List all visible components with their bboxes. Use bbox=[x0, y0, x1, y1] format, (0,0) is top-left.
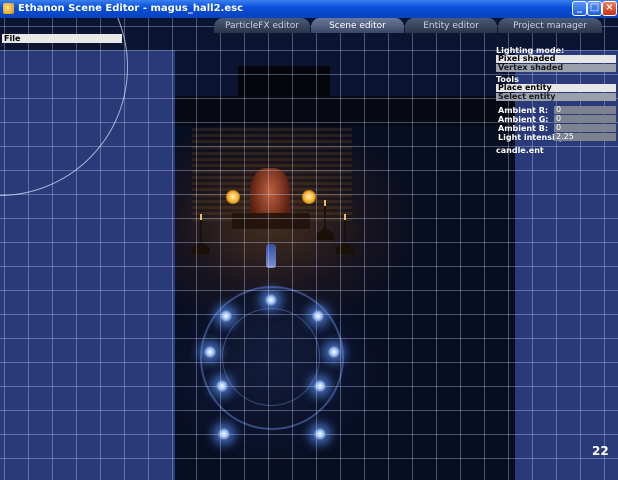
app-icon bbox=[3, 3, 14, 14]
maximize-button[interactable]: □ bbox=[587, 1, 602, 16]
ambient-b-label: Ambient B: bbox=[498, 124, 549, 133]
minimize-button[interactable]: _ bbox=[572, 1, 587, 16]
ambient-r-input[interactable]: 0 bbox=[554, 106, 616, 114]
window-titlebar[interactable]: Ethanon Scene Editor - magus_hall2.esc _… bbox=[0, 0, 618, 18]
tab-particlefx-editor[interactable]: ParticleFX editor bbox=[214, 18, 310, 33]
tool-option-place-entity[interactable]: Place entity bbox=[496, 84, 616, 92]
ambient-g-input[interactable]: 0 bbox=[554, 115, 616, 123]
tab-scene-editor[interactable]: Scene editor bbox=[311, 18, 404, 33]
file-menu[interactable]: File bbox=[2, 34, 122, 43]
lighting-option-vertex-shaded[interactable]: Vertex shaded bbox=[496, 64, 616, 72]
ambient-b-input[interactable]: 0 bbox=[554, 124, 616, 132]
ambient-g-row: Ambient G: 0 bbox=[496, 115, 616, 124]
tool-option-select-entity[interactable]: Select entity bbox=[496, 93, 616, 101]
ambient-r-row: Ambient R: 0 bbox=[496, 106, 616, 115]
window-title: Ethanon Scene Editor - magus_hall2.esc bbox=[18, 3, 244, 14]
tab-project-manager[interactable]: Project manager bbox=[498, 18, 602, 33]
ambient-g-label: Ambient G: bbox=[498, 115, 549, 124]
lighting-option-pixel-shaded[interactable]: Pixel shaded bbox=[496, 55, 616, 63]
light-intensity-row: Light intensity: 2.25 bbox=[496, 133, 616, 142]
close-button[interactable]: × bbox=[602, 1, 617, 16]
current-entity-name: candle.ent bbox=[496, 146, 544, 155]
ambient-r-label: Ambient R: bbox=[498, 106, 549, 115]
fps-counter: 22 bbox=[592, 444, 609, 458]
scene-viewport[interactable]: ParticleFX editor Scene editor Entity ed… bbox=[0, 18, 618, 480]
tab-entity-editor[interactable]: Entity editor bbox=[405, 18, 497, 33]
light-intensity-input[interactable]: 2.25 bbox=[554, 133, 616, 141]
ambient-b-row: Ambient B: 0 bbox=[496, 124, 616, 133]
